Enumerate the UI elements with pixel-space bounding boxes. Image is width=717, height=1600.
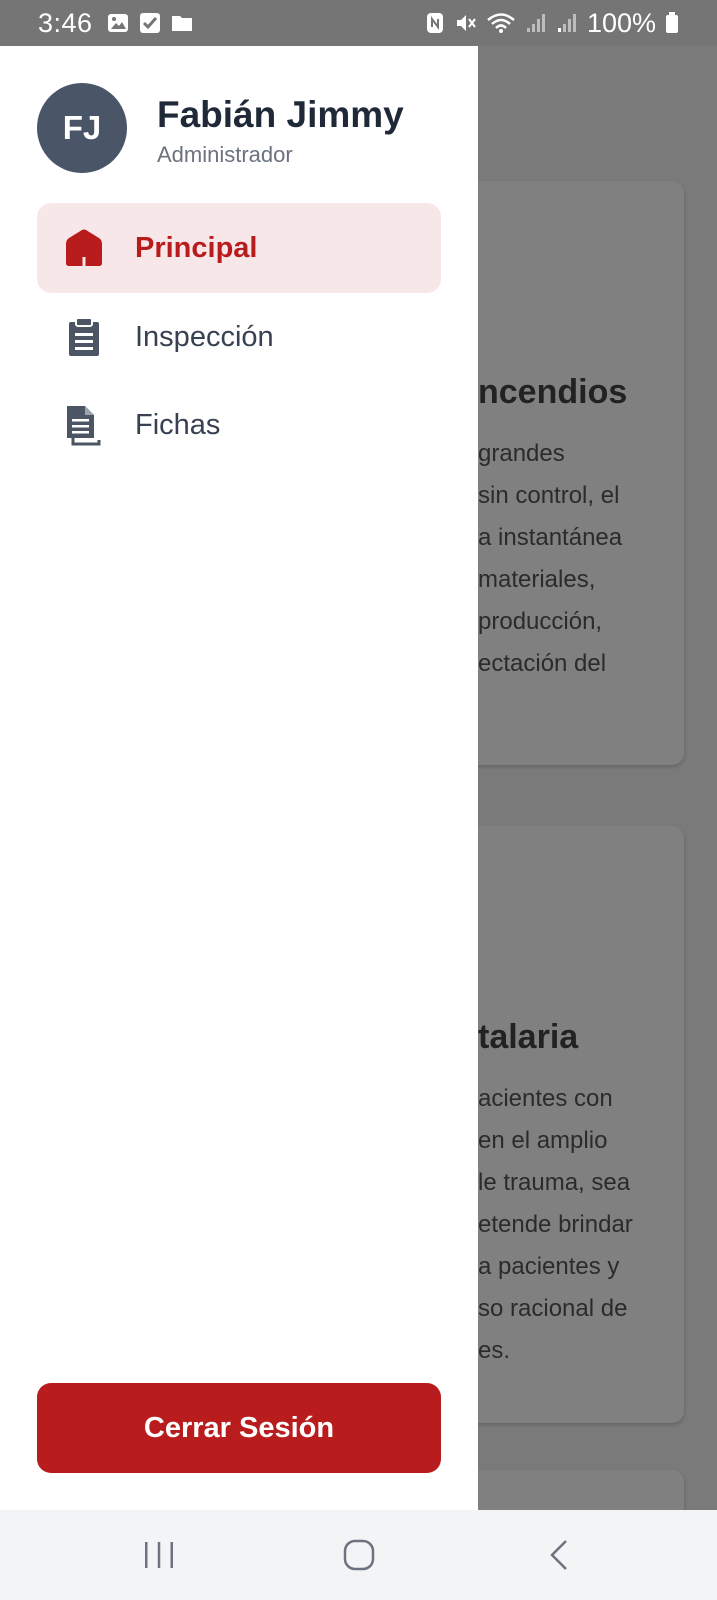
- battery-icon: [666, 12, 678, 33]
- system-navigation-bar: [0, 1510, 717, 1600]
- user-name: Fabián Jimmy: [157, 94, 404, 135]
- background-card-line: so racional de: [478, 1295, 628, 1322]
- background-card: ncendios grandes sin control, el a insta…: [478, 181, 684, 765]
- image-icon: [107, 14, 128, 32]
- drawer-item-label: Principal: [135, 231, 258, 264]
- home-icon: [66, 229, 102, 266]
- drawer-item-label: Inspección: [135, 320, 274, 353]
- drawer-item-inspeccion[interactable]: Inspección: [37, 292, 441, 382]
- avatar: FJ: [37, 83, 127, 173]
- background-card-line: sin control, el: [478, 482, 620, 509]
- status-time: 3:46: [38, 7, 93, 38]
- clipboard-icon: [69, 317, 99, 356]
- background-content: ncendios grandes sin control, el a insta…: [478, 46, 717, 1510]
- signal-icon: [526, 14, 545, 32]
- signal-icon: [557, 14, 576, 32]
- background-card-title: ncendios: [478, 373, 628, 411]
- notification-icons: [107, 12, 193, 34]
- drawer-item-principal[interactable]: Principal: [37, 203, 441, 293]
- nfc-icon: [426, 13, 443, 33]
- folder-icon: [171, 16, 192, 31]
- documents-icon: [67, 406, 101, 446]
- recent-apps-icon[interactable]: [139, 1535, 179, 1575]
- navigation-drawer: FJ Fabián Jimmy Administrador Principal …: [0, 46, 478, 1510]
- battery-percent: 100%: [586, 7, 656, 38]
- drawer-item-label: Fichas: [135, 408, 221, 441]
- status-bar: 3:46 100%: [0, 0, 717, 46]
- background-card-line: a instantánea: [478, 524, 623, 551]
- background-card-title: talaria: [478, 1018, 579, 1056]
- wifi-icon: [487, 13, 515, 33]
- user-role: Administrador: [157, 142, 293, 167]
- background-card: [478, 1470, 684, 1510]
- logout-button[interactable]: Cerrar Sesión: [37, 1383, 441, 1473]
- background-card-line: ectación del: [478, 650, 607, 677]
- home-circle-icon[interactable]: [339, 1535, 379, 1575]
- background-card-line: le trauma, sea: [478, 1169, 631, 1196]
- background-card-line: producción,: [478, 608, 603, 635]
- mute-icon: [456, 15, 476, 31]
- background-card: talaria acientes con en el amplio le tra…: [478, 826, 684, 1423]
- background-card-line: acientes con: [478, 1085, 613, 1112]
- system-icons: 100%: [424, 8, 679, 39]
- checkbox-icon: [139, 13, 160, 33]
- background-card-line: a pacientes y: [478, 1253, 620, 1280]
- background-card-line: etende brindar: [478, 1211, 633, 1238]
- background-card-line: grandes: [478, 440, 565, 467]
- back-icon[interactable]: [540, 1535, 580, 1575]
- background-card-line: es.: [478, 1337, 511, 1364]
- background-card-line: en el amplio: [478, 1127, 608, 1154]
- drawer-item-fichas[interactable]: Fichas: [37, 380, 441, 470]
- background-card-line: materiales,: [478, 566, 596, 593]
